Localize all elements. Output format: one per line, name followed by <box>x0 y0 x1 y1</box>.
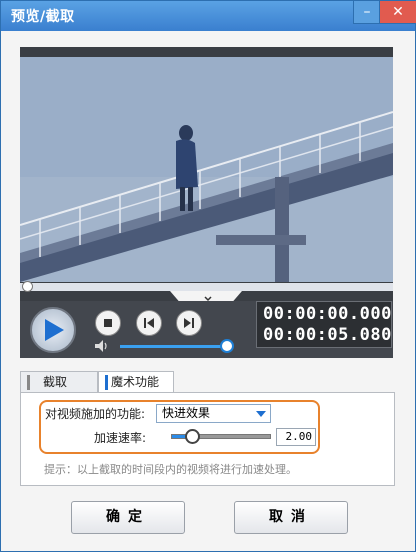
speed-slider-thumb[interactable] <box>184 429 200 444</box>
tab-magic-functions-label: 魔术功能 <box>111 375 160 389</box>
time-display: 00:00:00.000 00:00:05.080 <box>256 301 392 348</box>
dropdown-arrow-icon <box>256 411 266 417</box>
hint-text: 提示：以上截取的时间段内的视频将进行加速处理。 <box>44 463 297 476</box>
title-bar: 预览/截取 – ✕ <box>1 1 416 31</box>
video-preview <box>20 57 393 282</box>
dialog-window: 预览/截取 – ✕ 00:00:00.000 00:00:05.080 截取 魔… <box>0 0 416 552</box>
tab-marker <box>27 375 30 390</box>
video-frame-image <box>20 57 393 282</box>
stop-button[interactable] <box>95 310 121 336</box>
play-button[interactable] <box>30 307 76 353</box>
volume-slider[interactable] <box>120 345 224 348</box>
total-time: 00:00:05.080 <box>263 325 392 345</box>
speed-input[interactable]: 2.00 <box>276 428 316 446</box>
function-select-value: 快进效果 <box>162 406 211 420</box>
speed-label: 加速速率: <box>94 431 147 445</box>
current-time: 00:00:00.000 <box>263 304 392 324</box>
prev-frame-button[interactable] <box>136 310 162 336</box>
tab-marker <box>105 375 108 390</box>
ok-button[interactable]: 确定 <box>71 501 185 534</box>
tab-capture[interactable]: 截取 <box>20 371 98 394</box>
window-title: 预览/截取 <box>11 9 75 25</box>
volume-icon[interactable] <box>95 340 109 352</box>
next-frame-icon <box>184 318 194 328</box>
video-player: 00:00:00.000 00:00:05.080 <box>20 47 393 358</box>
tab-capture-label: 截取 <box>43 375 68 389</box>
cancel-button[interactable]: 取消 <box>234 501 348 534</box>
play-icon <box>45 319 64 341</box>
function-label: 对视频施加的功能: <box>45 407 146 421</box>
player-controls: 00:00:00.000 00:00:05.080 <box>20 301 393 358</box>
volume-thumb[interactable] <box>220 339 234 353</box>
prev-frame-icon <box>144 318 154 328</box>
tab-magic-functions[interactable]: 魔术功能 <box>98 371 174 394</box>
seek-bar[interactable] <box>20 281 393 292</box>
magic-functions-panel: 对视频施加的功能: 快进效果 加速速率: 2.00 提示：以上截取的时间段内的视… <box>20 392 395 486</box>
next-frame-button[interactable] <box>176 310 202 336</box>
minimize-button[interactable]: – <box>353 1 381 24</box>
close-button[interactable]: ✕ <box>379 1 416 24</box>
seek-thumb[interactable] <box>22 281 33 292</box>
stop-icon <box>104 319 112 327</box>
function-select[interactable]: 快进效果 <box>156 404 271 423</box>
